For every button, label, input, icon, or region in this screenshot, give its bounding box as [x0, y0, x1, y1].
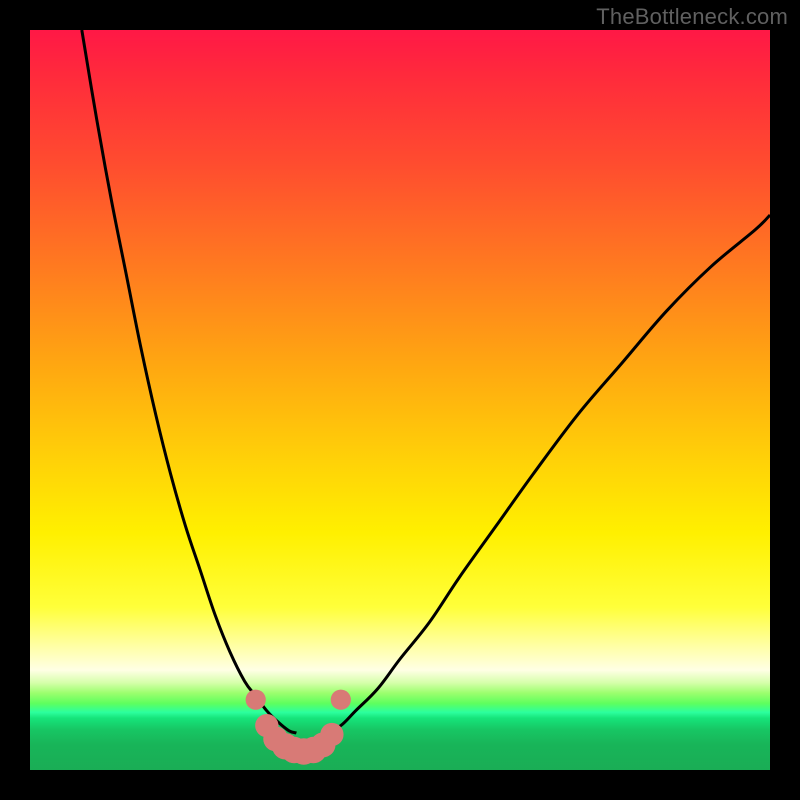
series-right-curve [326, 215, 770, 733]
bottom-markers-group [246, 690, 351, 765]
chart-outer-frame: TheBottleneck.com [0, 0, 800, 800]
left-curve-path [82, 30, 297, 733]
right-curve-path [326, 215, 770, 733]
chart-overlay-svg [30, 30, 770, 770]
bottom-marker-dot [320, 723, 343, 746]
bottom-marker-dot [246, 690, 266, 710]
bottom-marker-dot [331, 690, 351, 710]
series-left-curve [82, 30, 297, 733]
watermark-text: TheBottleneck.com [596, 4, 788, 30]
